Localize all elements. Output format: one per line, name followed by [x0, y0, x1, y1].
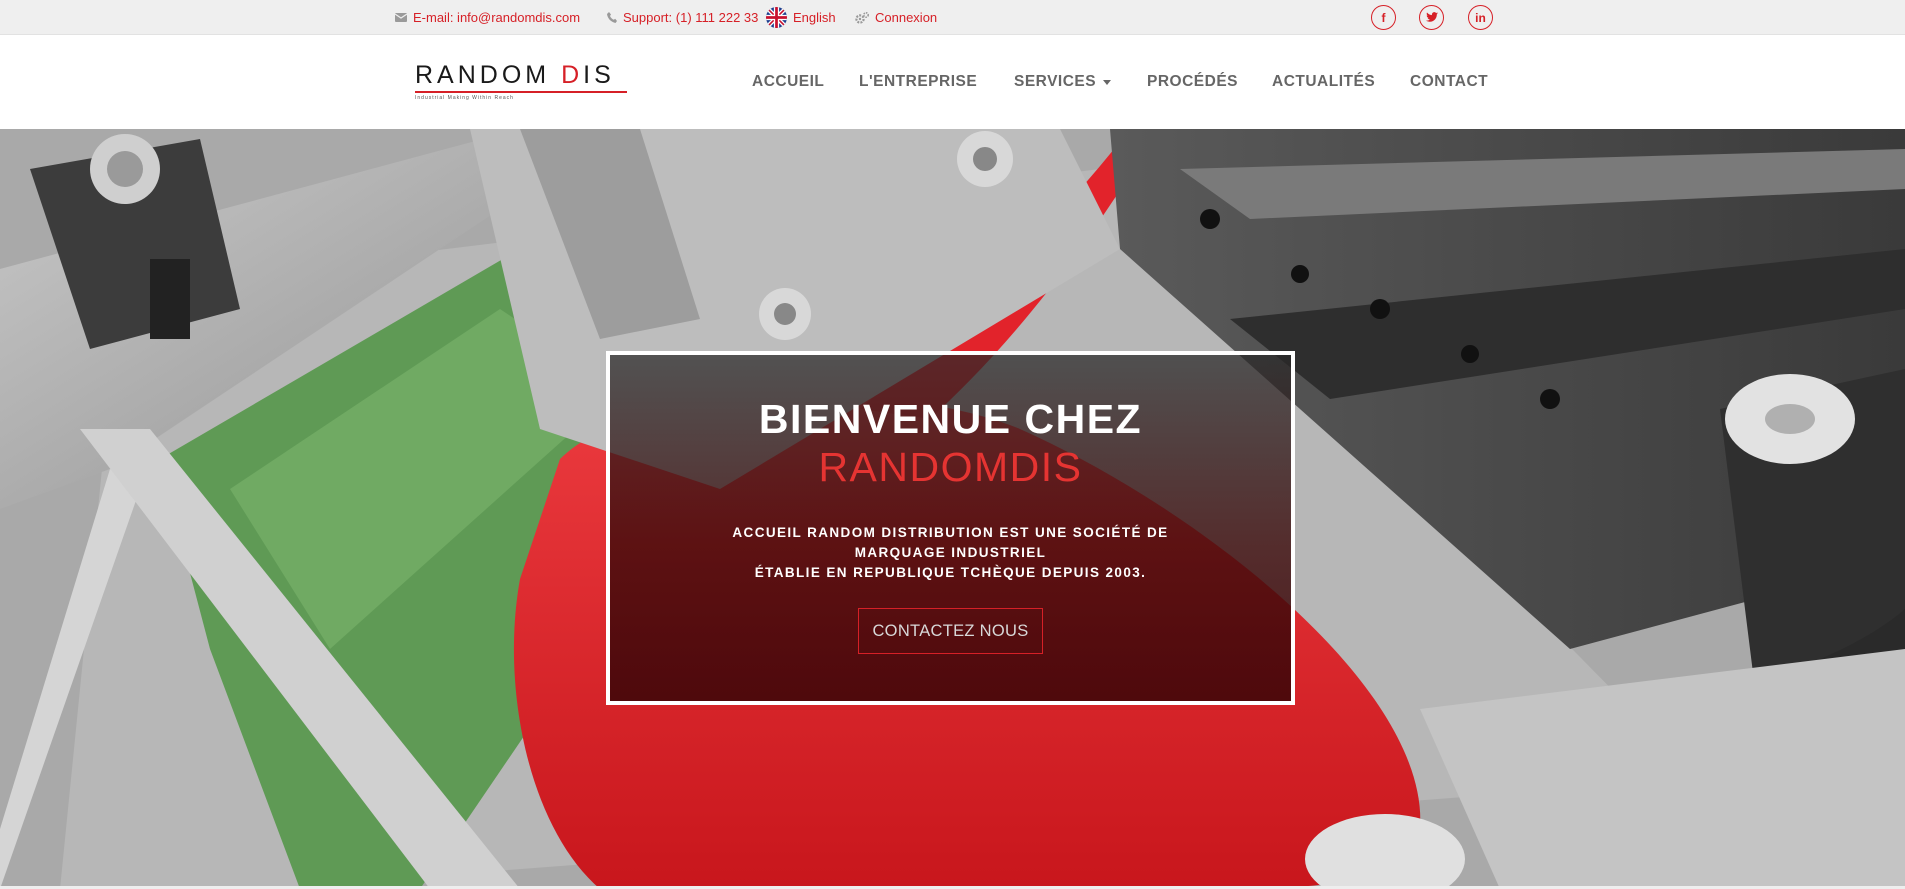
logo-wordmark: RANDOM DIS [415, 61, 615, 89]
email-text: E-mail: info@randomdis.com [413, 10, 581, 25]
chevron-down-icon [1103, 79, 1112, 85]
envelope-icon [395, 13, 407, 22]
nav-item-accueil[interactable]: ACCUEIL [752, 35, 824, 129]
hero-section: BIENVENUE CHEZ RANDOMDIS ACCUEIL RANDOM … [0, 129, 1905, 889]
support-phone-link[interactable]: Support: (1) 111 222 33 [607, 0, 758, 35]
nav-item-services[interactable]: SERVICES [1014, 35, 1112, 129]
twitter-icon[interactable] [1419, 5, 1444, 30]
login-text: Connexion [875, 10, 938, 25]
language-label: English [793, 10, 836, 25]
nav-item-contact[interactable]: CONTACT [1410, 35, 1488, 129]
nav-services-label: SERVICES [1014, 73, 1097, 90]
hero-desc-line-1: ACCUEIL RANDOM DISTRIBUTION EST UNE SOCI… [732, 525, 1169, 540]
welcome-card: BIENVENUE CHEZ RANDOMDIS ACCUEIL RANDOM … [606, 351, 1295, 705]
gears-icon [855, 11, 869, 24]
site-logo[interactable]: RANDOM DIS Industrial Making Within Reac… [415, 61, 627, 105]
language-selector[interactable]: English [766, 0, 836, 35]
logo-tagline: Industrial Making Within Reach [415, 95, 514, 101]
hero-desc-line-2: MARQUAGE INDUSTRIEL [854, 545, 1047, 560]
facebook-icon[interactable]: f [1371, 5, 1396, 30]
nav-item-procedes[interactable]: PROCÉDÉS [1147, 35, 1238, 129]
uk-flag-icon [766, 7, 787, 28]
hero-desc-line-3: ÉTABLIE EN REPUBLIQUE TCHÈQUE DEPUIS 200… [754, 565, 1147, 580]
hero-title-brand: RANDOMDIS [818, 444, 1083, 490]
email-link[interactable]: E-mail: info@randomdis.com [395, 0, 580, 35]
site-header: RANDOM DIS Industrial Making Within Reac… [0, 35, 1905, 129]
top-info-bar: E-mail: info@randomdis.com Support: (1) … [0, 0, 1905, 35]
nav-item-actualites[interactable]: ACTUALITÉS [1272, 35, 1375, 129]
logo-underline [415, 91, 627, 93]
contact-us-button[interactable]: CONTACTEZ NOUS [858, 608, 1043, 654]
login-link[interactable]: Connexion [855, 0, 937, 35]
phone-icon [607, 12, 617, 23]
support-text: Support: (1) 111 222 33 [623, 10, 759, 25]
hero-description: ACCUEIL RANDOM DISTRIBUTION EST UNE SOCI… [720, 523, 1181, 583]
linkedin-icon[interactable]: in [1468, 5, 1493, 30]
hero-title: BIENVENUE CHEZ [758, 396, 1143, 442]
nav-item-entreprise[interactable]: L'ENTREPRISE [859, 35, 977, 129]
